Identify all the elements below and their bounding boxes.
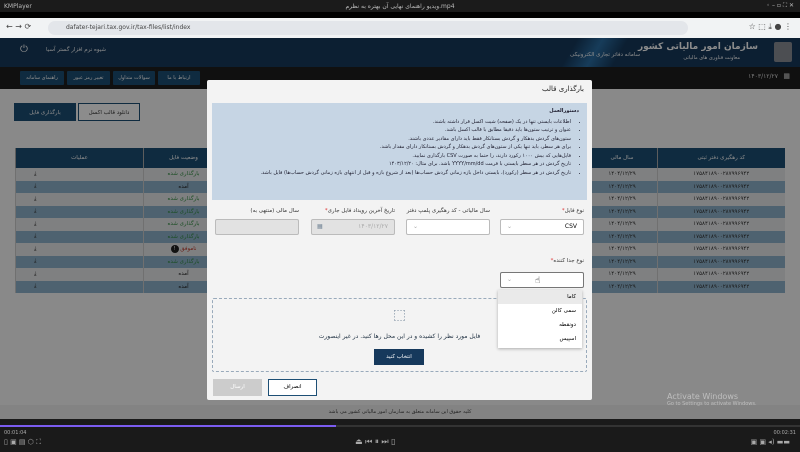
modal-title: بارگذاری قالب [542,85,584,93]
watermark-line1: Activate Windows [667,392,739,401]
playback-buttons[interactable]: ⏏ ⏮ ⏸ ⏭ ▯ [355,437,396,447]
hand-cursor-icon: ☝ [535,276,541,286]
cancel-button[interactable]: انصراف [268,379,317,396]
calendar-icon: ▦ [317,223,323,230]
seek-bar[interactable] [0,425,800,427]
separator-select[interactable]: ⌄ ☝ [500,272,584,288]
file-type-select[interactable]: CSV ⌄ [500,219,584,235]
volume-controls[interactable]: ▣ ▣ ◂) ▬▬ [751,438,790,446]
chevron-down-icon: ⌄ [413,223,419,230]
instruction-item: اطلاعات بایستی تنها در یک (صفحه) شیت اکس… [220,118,571,127]
windows-watermark: Activate Windows Go to Settings to activ… [667,392,757,407]
back-forward-reload-icons[interactable]: ← → ⟳ [6,22,31,31]
upload-template-modal: بارگذاری قالب دستورالعمل اطلاعات بایستی … [207,80,592,400]
instruction-item: ستون‌های گردش بدهکار و گردش بستانکار فقط… [220,135,571,144]
send-button[interactable]: ارسال [213,379,262,396]
label-text: نوع جدا کننده [553,258,584,264]
instruction-item: تاریخ گردش در هر سطر بایستی با فرمت YYYY… [220,160,571,169]
file-type-value: CSV [564,223,577,230]
option-colon[interactable]: دونقطه [498,318,582,332]
chevron-down-icon: ⌄ [507,223,513,230]
instruction-item: برای هر سطر، باید تنها یکی از ستون‌های گ… [220,143,571,152]
label-text: نوع فایل [564,208,584,214]
year-code-label: سال مالیاتی - کد رهگیری پلمپ دفتر [406,208,490,214]
separator-label: نوع جدا کننده* [550,258,584,264]
player-controls: 00:01:04 00:02:31 ▯ ▣ ▤ ⬡ ⛶ ⏏ ⏮ ⏸ ⏭ ▯ ▣ … [0,419,800,452]
instruction-item: فایل‌هایی که بیش ۱۰۰۰ رکورد دارند، را حت… [220,152,571,161]
file-type-label: نوع فایل* [561,208,584,214]
instruction-item: عنوان و ترتیب ستون‌ها باید دقیقا مطابق ب… [220,126,571,135]
last-event-date-input[interactable]: ۱۴۰۳/۱۲/۲۷ ▦ [311,219,395,235]
browser-action-icons[interactable]: ☆ ⬚ ⤓ ● ⋮ [749,22,792,32]
player-titlebar: KMPlayer ویدیو راهنمای نهایی آن بهتره به… [0,0,800,12]
chevron-down-icon: ⌄ [507,276,513,283]
year-code-select[interactable]: ⌄ [406,219,490,235]
instructions-title: دستورالعمل [549,108,579,114]
address-bar[interactable]: dafater-tejari.tax.gov.ir/tax-files/list… [48,21,688,35]
total-time: 00:02:31 [773,430,796,436]
option-comma[interactable]: کاما [498,290,582,304]
instructions-box: دستورالعمل اطلاعات بایستی تنها در یک (صف… [212,103,587,200]
fiscal-end-input[interactable] [215,219,299,235]
instruction-item: تاریخ گردش در هر سطر (رکورد)، بایستی داخ… [220,169,571,178]
last-event-value: ۱۴۰۳/۱۲/۲۷ [358,223,388,230]
last-event-label: تاریخ آخرین رویداد فایل جاری* [324,208,395,214]
browser-toolbar: ← → ⟳ dafater-tejari.tax.gov.ir/tax-file… [0,18,800,38]
seek-progress [0,425,336,427]
watermark-line2: Go to Settings to activate Windows. [667,401,757,407]
separator-dropdown: کاما سمی کالن دونقطه اسپیس [498,290,582,348]
option-semicolon[interactable]: سمی کالن [498,304,582,318]
player-file-title: ویدیو راهنمای نهایی آن بهتره به نظرم.mp4 [345,3,455,10]
choose-file-button[interactable]: انتخاب کنید [374,349,424,365]
left-tool-icons[interactable]: ▯ ▣ ▤ ⬡ ⛶ [4,438,41,447]
elapsed-time: 00:01:04 [4,430,27,436]
option-space[interactable]: اسپیس [498,332,582,346]
window-controls[interactable]: ◦ – ▫ ⛶ ✕ [767,2,794,10]
fiscal-end-label: سال مالی (منتهی به) [250,208,299,214]
label-text: تاریخ آخرین رویداد فایل جاری [327,208,395,214]
